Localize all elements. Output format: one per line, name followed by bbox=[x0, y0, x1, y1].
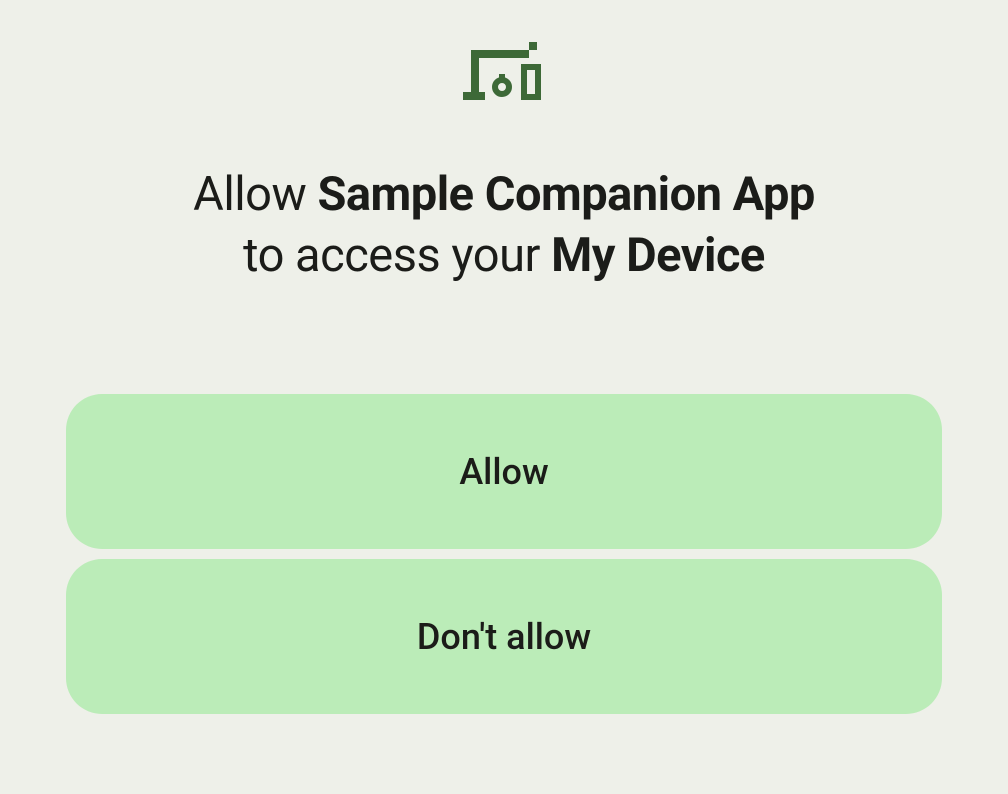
app-name: Sample Companion App bbox=[317, 167, 814, 222]
title-text-mid: to access your bbox=[243, 228, 551, 283]
button-group: Allow Don't allow bbox=[66, 394, 942, 714]
dont-allow-button[interactable]: Don't allow bbox=[66, 559, 942, 714]
permission-title: Allow Sample Companion App to access you… bbox=[193, 164, 815, 286]
allow-button-label: Allow bbox=[459, 451, 548, 493]
allow-button[interactable]: Allow bbox=[66, 394, 942, 549]
title-text-pre: Allow bbox=[193, 167, 317, 222]
dont-allow-button-label: Don't allow bbox=[417, 616, 591, 658]
devices-icon bbox=[463, 42, 545, 104]
device-name: My Device bbox=[551, 228, 765, 283]
